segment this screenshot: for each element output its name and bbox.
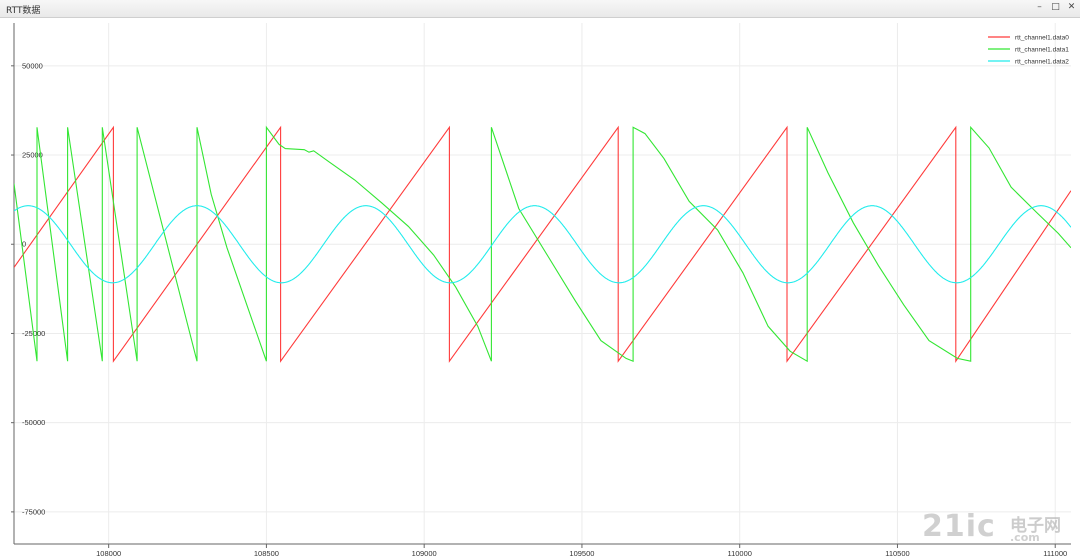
rtt-line-chart[interactable]: 108000 108500 109000 109500 110000 110500 1110… xyxy=(0,17,1080,557)
x-tick-label: 108500 xyxy=(254,549,279,557)
watermark-logo-text: 21ic xyxy=(922,509,996,544)
watermark-url-text: .com xyxy=(1010,531,1040,544)
x-tick-label: 109000 xyxy=(412,549,437,557)
maximize-icon[interactable]: □ xyxy=(1050,2,1061,13)
x-tick-label: 109500 xyxy=(569,549,594,557)
legend-label-1: rtt_channel1.data1 xyxy=(1015,47,1069,54)
y-tick-label: -75000 xyxy=(22,507,45,516)
close-icon[interactable]: ✕ xyxy=(1066,2,1077,13)
window-title: RTT数据 xyxy=(6,6,41,16)
x-tick-label: 110000 xyxy=(727,549,751,557)
legend-label-0: rtt_channel1.data0 xyxy=(1015,35,1069,42)
window-titlebar[interactable]: RTT数据 – □ ✕ xyxy=(0,0,1080,18)
x-tick-label: 108000 xyxy=(96,549,121,557)
rtt-data-window: RTT数据 – □ ✕ 108000 108500 109000 109500 1100… xyxy=(0,0,1080,557)
y-tick-label: 50000 xyxy=(22,61,43,70)
minimize-icon[interactable]: – xyxy=(1034,2,1045,13)
watermark-logo: 21ic 电子网 .com xyxy=(922,509,1072,553)
plot-area xyxy=(14,23,1071,544)
legend-label-2: rtt_channel1.data2 xyxy=(1015,59,1069,66)
y-tick-label: -50000 xyxy=(22,418,45,427)
x-tick-label: 110500 xyxy=(885,549,909,557)
